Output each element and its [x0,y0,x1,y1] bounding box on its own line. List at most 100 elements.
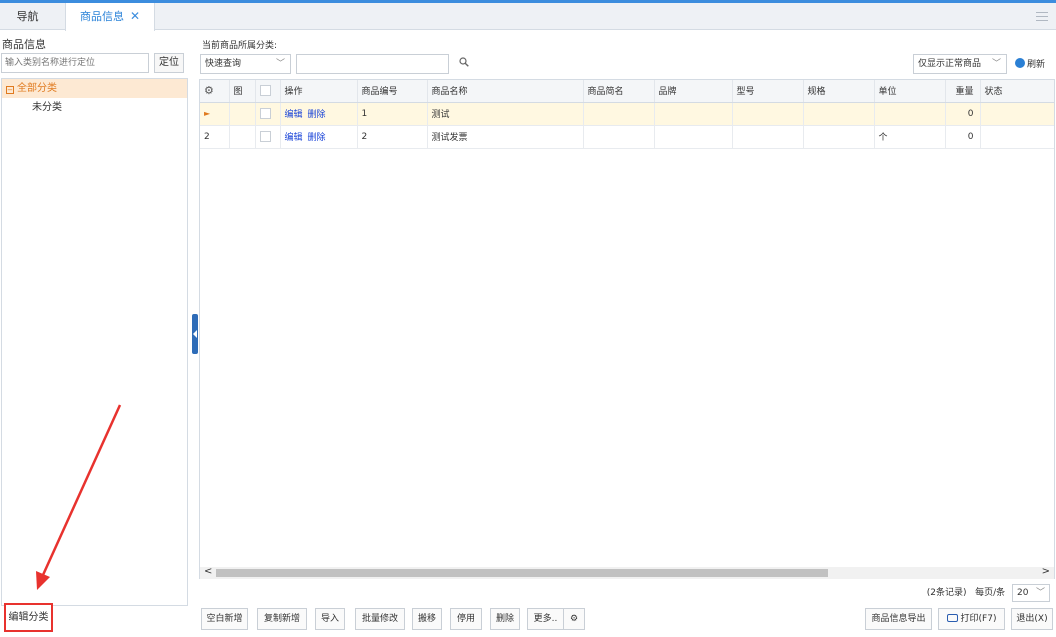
quick-query-value: 快速查询 [205,59,242,69]
current-category-label: 当前商品所属分类: [202,41,278,51]
page-size-select[interactable]: 20 ﹀ [1012,583,1050,602]
column-header-weight[interactable]: 重量 [945,80,981,103]
cell-weight: 0 [945,125,981,149]
cell-name: 测试发票 [427,125,584,149]
tab-goods-info[interactable]: 商品信息 ✕ [65,3,155,31]
cell-code: 1 [357,102,428,126]
cell-short-name [583,125,655,149]
tab-goods-info-label: 商品信息 [79,10,124,23]
cell-status [980,125,1054,149]
delete-link[interactable]: 删除 [308,133,326,143]
edit-link[interactable]: 编辑 [285,133,303,143]
row-select-cell [255,102,281,126]
column-settings-header[interactable]: ⚙ [200,80,230,103]
tab-navigation-label: 导航 [16,10,39,23]
print-label: 打印(F7) [960,614,997,624]
row-checkbox[interactable] [259,131,271,142]
cell-unit [874,102,946,126]
row-image-cell [229,102,256,126]
disable-button[interactable]: 停用 [450,608,482,630]
scroll-right-icon[interactable]: > [1042,566,1050,577]
chevron-down-icon: ﹀ [1035,587,1045,598]
search-input[interactable] [296,54,449,74]
table-row[interactable]: ► 编辑 删除 1 测试 0 [200,102,1054,126]
delete-link[interactable]: 删除 [308,110,326,120]
status-filter-value: 仅显示正常商品 [918,59,982,69]
panel-collapse-handle[interactable] [192,314,198,354]
tab-navigation[interactable]: 导航 [0,3,55,30]
blank-new-button[interactable]: 空白新增 [201,608,248,630]
gear-icon[interactable]: ⚙ [204,84,214,97]
horizontal-scrollbar[interactable]: < > [200,566,1054,579]
collapse-icon[interactable]: − [6,86,14,94]
column-header-unit[interactable]: 单位 [874,80,946,103]
print-icon [946,614,958,622]
cell-status [980,102,1054,126]
column-header-code[interactable]: 商品编号 [357,80,428,103]
column-header-name[interactable]: 商品名称 [427,80,584,103]
exit-button[interactable]: 退出(X) [1011,608,1053,630]
per-page-label: 每页/条 [975,588,1006,598]
refresh-button[interactable]: 刷新 [1015,57,1045,70]
chevron-down-icon: ﹀ [275,59,285,69]
table-header-row: ⚙ 图 操作 商品编号 商品名称 商品简名 品牌 型号 规格 单位 重量 状态 [200,80,1054,103]
row-checkbox[interactable] [259,108,271,119]
row-number: 2 [200,125,230,149]
category-locate-input[interactable] [1,53,149,73]
goods-table: ⚙ 图 操作 商品编号 商品名称 商品简名 品牌 型号 规格 单位 重量 状态 … [199,79,1055,579]
tree-item-uncategorized[interactable]: 未分类 [2,98,187,117]
select-all-checkbox[interactable] [259,85,271,97]
category-tree: − 全部分类 未分类 [1,78,188,606]
page-size-value: 20 [1017,587,1029,598]
tree-item-all-categories[interactable]: − 全部分类 [2,79,187,98]
gear-icon: ⚙ [569,614,579,624]
more-button[interactable]: 更多.. [527,608,564,630]
locate-button[interactable]: 定位 [154,53,184,73]
column-header-status[interactable]: 状态 [980,80,1054,103]
quick-query-select[interactable]: 快速查询 ﹀ [200,54,291,74]
tab-bar: 导航 商品信息 ✕ [0,3,1056,31]
batch-edit-button[interactable]: 批量修改 [355,608,405,630]
import-button[interactable]: 导入 [315,608,345,630]
column-header-image[interactable]: 图 [229,80,256,103]
cell-spec [803,102,875,126]
copy-new-button[interactable]: 复制新增 [257,608,307,630]
cell-model [732,102,804,126]
cell-spec [803,125,875,149]
move-button[interactable]: 搬移 [412,608,442,630]
tree-item-label: 全部分类 [17,83,57,94]
print-button[interactable]: 打印(F7) [938,608,1005,630]
row-image-cell [229,125,256,149]
scrollbar-thumb[interactable] [216,569,828,577]
cell-unit: 个 [874,125,946,149]
cell-brand [654,102,733,126]
row-marker: ► [200,102,230,126]
cell-code: 2 [357,125,428,149]
column-header-spec[interactable]: 规格 [803,80,875,103]
toolbar-settings-button[interactable]: ⚙ [563,608,585,630]
row-actions: 编辑 删除 [280,125,358,149]
export-button[interactable]: 商品信息导出 [865,608,932,630]
close-icon[interactable]: ✕ [130,9,140,23]
left-panel-title: 商品信息 [2,38,46,51]
refresh-label: 刷新 [1027,60,1046,70]
chevron-down-icon: ﹀ [991,59,1001,69]
current-row-icon: ► [204,108,211,118]
column-header-short-name[interactable]: 商品简名 [583,80,655,103]
column-header-brand[interactable]: 品牌 [654,80,733,103]
edit-link[interactable]: 编辑 [285,110,303,120]
search-icon[interactable] [459,57,469,67]
delete-button[interactable]: 删除 [490,608,520,630]
status-filter-select[interactable]: 仅显示正常商品 ﹀ [913,54,1007,74]
row-select-cell [255,125,281,149]
cell-name: 测试 [427,102,584,126]
column-header-actions[interactable]: 操作 [280,80,358,103]
table-row[interactable]: 2 编辑 删除 2 测试发票 个 0 [200,125,1054,149]
cell-weight: 0 [945,102,981,126]
menu-icon[interactable] [1036,12,1048,21]
pagination: (2条记录) 每页/条 20 ﹀ [927,583,1050,603]
column-header-model[interactable]: 型号 [732,80,804,103]
column-header-select[interactable] [255,80,281,103]
scroll-left-icon[interactable]: < [204,566,212,577]
edit-category-button[interactable]: 编辑分类 [4,603,53,632]
